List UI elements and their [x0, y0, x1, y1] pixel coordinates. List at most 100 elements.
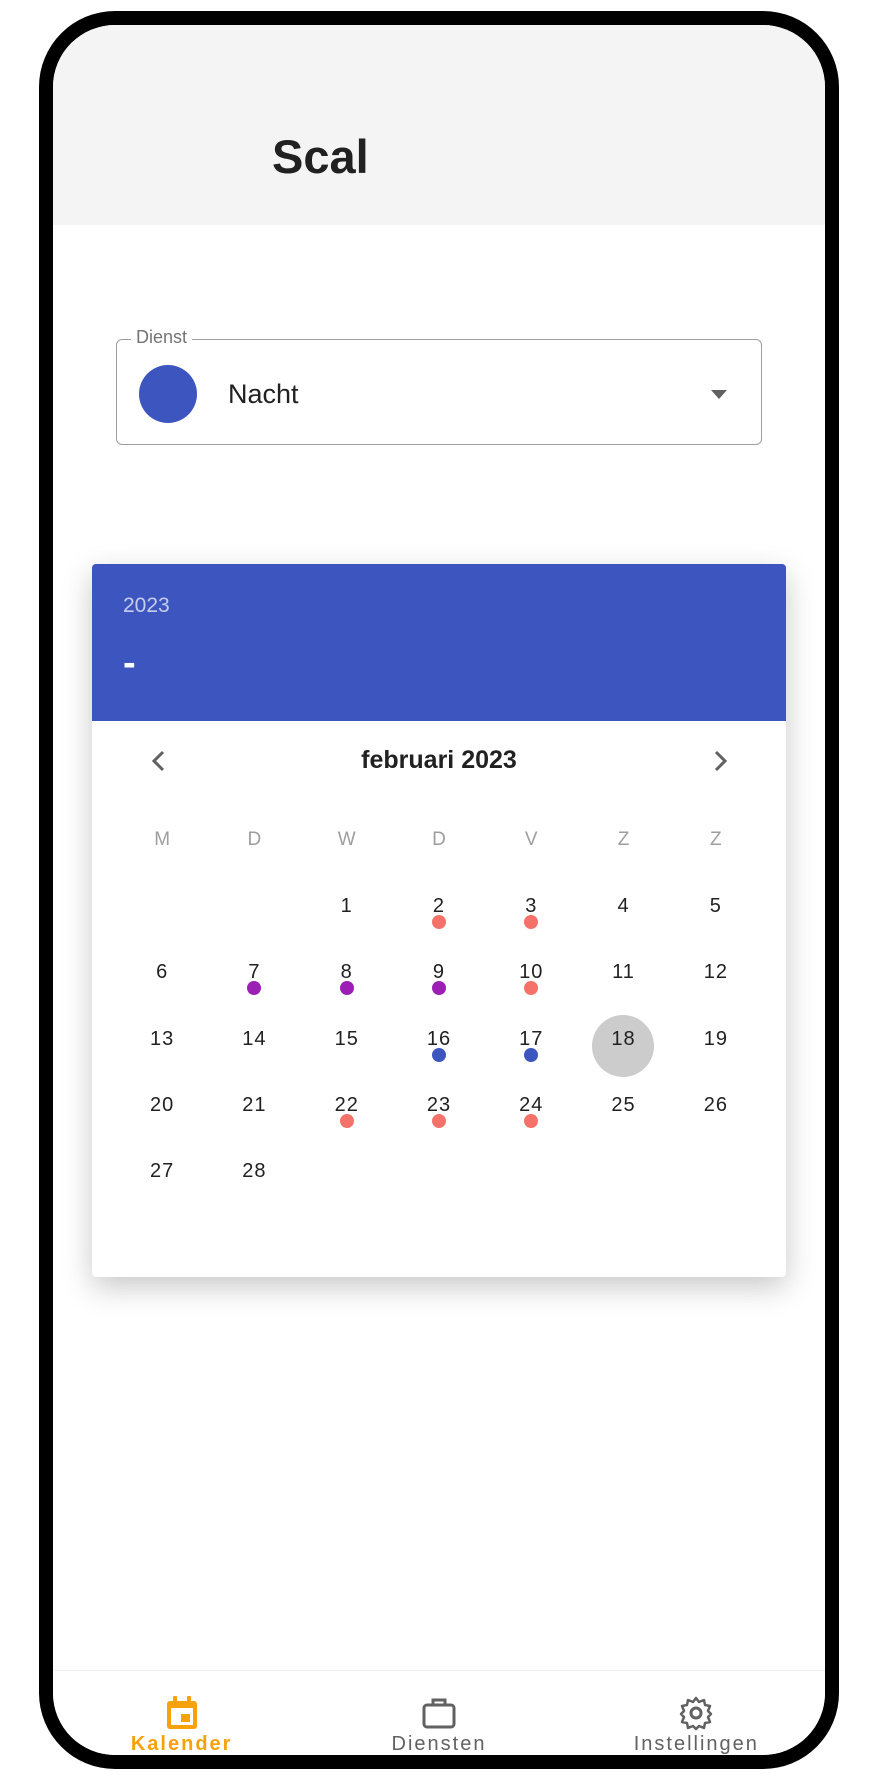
dropdown-arrow-icon[interactable]: [711, 390, 727, 399]
day-cell[interactable]: 28: [208, 1157, 300, 1219]
weekday-label: D: [247, 829, 262, 850]
day-number: 19: [703, 1028, 728, 1050]
day-number: 12: [703, 961, 728, 983]
empty-day-cell: [393, 1157, 485, 1219]
day-number: 11: [612, 961, 635, 983]
bottom-navigation: Kalender Diensten Instellingen: [53, 1670, 825, 1755]
day-cell[interactable]: 3: [485, 892, 577, 954]
shift-dot-salmon: [524, 981, 539, 995]
app-screen: Scal Dienst Nacht 2023 - februari 2023 M…: [53, 25, 825, 1755]
day-number: 28: [242, 1160, 267, 1182]
weekday-label: W: [337, 829, 356, 850]
weekday-label: Z: [710, 829, 722, 850]
week-row: 13 14 15 16 17 18 19: [116, 1015, 762, 1087]
shift-dot-salmon: [524, 915, 539, 929]
day-cell[interactable]: 5: [670, 892, 762, 954]
nav-label: Instellingen: [633, 1733, 759, 1755]
day-cell[interactable]: 23: [393, 1091, 485, 1153]
nav-item-diensten[interactable]: Diensten: [310, 1671, 567, 1755]
day-cell[interactable]: 12: [670, 958, 762, 1020]
calendar-icon: [165, 1695, 199, 1731]
dienst-value: Nacht: [228, 379, 299, 409]
day-cell[interactable]: 21: [208, 1091, 300, 1153]
day-cell-today[interactable]: 18: [577, 1015, 669, 1087]
nav-label: Diensten: [391, 1733, 487, 1755]
shift-dot-salmon: [339, 1114, 354, 1128]
day-cell[interactable]: 11: [577, 958, 669, 1020]
chevron-right-icon: [714, 750, 728, 772]
day-cell[interactable]: 24: [485, 1091, 577, 1153]
empty-day-cell: [670, 1157, 762, 1219]
empty-day-cell: [577, 1157, 669, 1219]
calendar-year[interactable]: 2023: [123, 594, 170, 618]
day-cell[interactable]: 9: [393, 958, 485, 1020]
empty-day-cell: [301, 1157, 393, 1219]
weekday-row: MDWDVZZ: [116, 829, 762, 851]
day-cell[interactable]: 2: [393, 892, 485, 954]
shift-dot-purple: [431, 981, 446, 995]
week-row: 27 28: [116, 1157, 762, 1219]
day-number: 27: [150, 1160, 175, 1182]
day-number: 21: [242, 1094, 267, 1116]
next-month-button[interactable]: [699, 739, 743, 783]
shift-dot-salmon: [431, 915, 446, 929]
day-number: 4: [617, 895, 630, 917]
day-cell[interactable]: 20: [116, 1091, 208, 1153]
day-number: 1: [340, 895, 353, 917]
shift-dot-blue: [524, 1048, 539, 1062]
day-cell[interactable]: 22: [301, 1091, 393, 1153]
calendar-selected-date: -: [123, 642, 136, 684]
day-cell[interactable]: 7: [208, 958, 300, 1020]
day-number: 13: [150, 1028, 175, 1050]
day-number: 20: [150, 1094, 175, 1116]
week-row: 12345: [116, 892, 762, 954]
weekday-label: M: [154, 829, 171, 850]
weekday-label: Z: [617, 829, 630, 850]
app-bar: Scal: [53, 25, 825, 225]
shift-dot-salmon: [431, 1114, 446, 1128]
weekday-label: D: [432, 829, 446, 850]
day-number: 5: [709, 895, 722, 917]
day-cell[interactable]: 25: [577, 1091, 669, 1153]
calendar-header: 2023 -: [92, 564, 786, 721]
day-cell[interactable]: 16: [393, 1025, 485, 1087]
day-cell[interactable]: 19: [670, 1025, 762, 1087]
shift-dot-blue: [431, 1048, 446, 1062]
day-number: 25: [611, 1094, 636, 1116]
day-cell[interactable]: 1: [301, 892, 393, 954]
day-number: 14: [242, 1028, 267, 1050]
empty-day-cell: [485, 1157, 577, 1219]
dienst-color-swatch: [139, 365, 197, 423]
day-cell[interactable]: 13: [116, 1025, 208, 1087]
day-cell[interactable]: 26: [670, 1091, 762, 1153]
nav-item-instellingen[interactable]: Instellingen: [568, 1671, 825, 1755]
shift-dot-purple: [247, 981, 262, 995]
day-cell[interactable]: 14: [208, 1025, 300, 1087]
briefcase-icon: [421, 1695, 457, 1731]
day-cell[interactable]: 8: [301, 958, 393, 1020]
day-cell[interactable]: 10: [485, 958, 577, 1020]
calendar-card: 2023 - februari 2023 MDWDVZZ 1 2 3 4 5 6 7 8 9 10…: [92, 564, 786, 1277]
day-cell[interactable]: 17: [485, 1025, 577, 1087]
day-cell[interactable]: 15: [301, 1025, 393, 1087]
day-cell[interactable]: 27: [116, 1157, 208, 1219]
week-row: 20 21 22 23 24 25 26: [116, 1091, 762, 1153]
day-number: 26: [703, 1094, 728, 1116]
shift-dot-salmon: [524, 1114, 539, 1128]
day-cell[interactable]: 4: [577, 892, 669, 954]
dienst-select[interactable]: Dienst Nacht: [116, 327, 762, 445]
month-label: februari 2023: [361, 746, 517, 774]
nav-label: Kalender: [130, 1733, 233, 1755]
day-number: 6: [156, 961, 169, 983]
empty-day-cell: [208, 892, 300, 954]
day-number: 15: [334, 1028, 359, 1050]
shift-dot-purple: [339, 981, 354, 995]
weekday-label: V: [524, 829, 538, 850]
phone-frame: Scal Dienst Nacht 2023 - februari 2023 M…: [39, 11, 839, 1769]
dienst-label: Dienst: [131, 327, 193, 348]
week-row: 6 7 8 9 10 11 12: [116, 958, 762, 1020]
empty-day-cell: [116, 892, 208, 954]
nav-item-kalender[interactable]: Kalender: [53, 1671, 310, 1755]
gear-icon: [678, 1695, 714, 1731]
day-cell[interactable]: 6: [116, 958, 208, 1020]
